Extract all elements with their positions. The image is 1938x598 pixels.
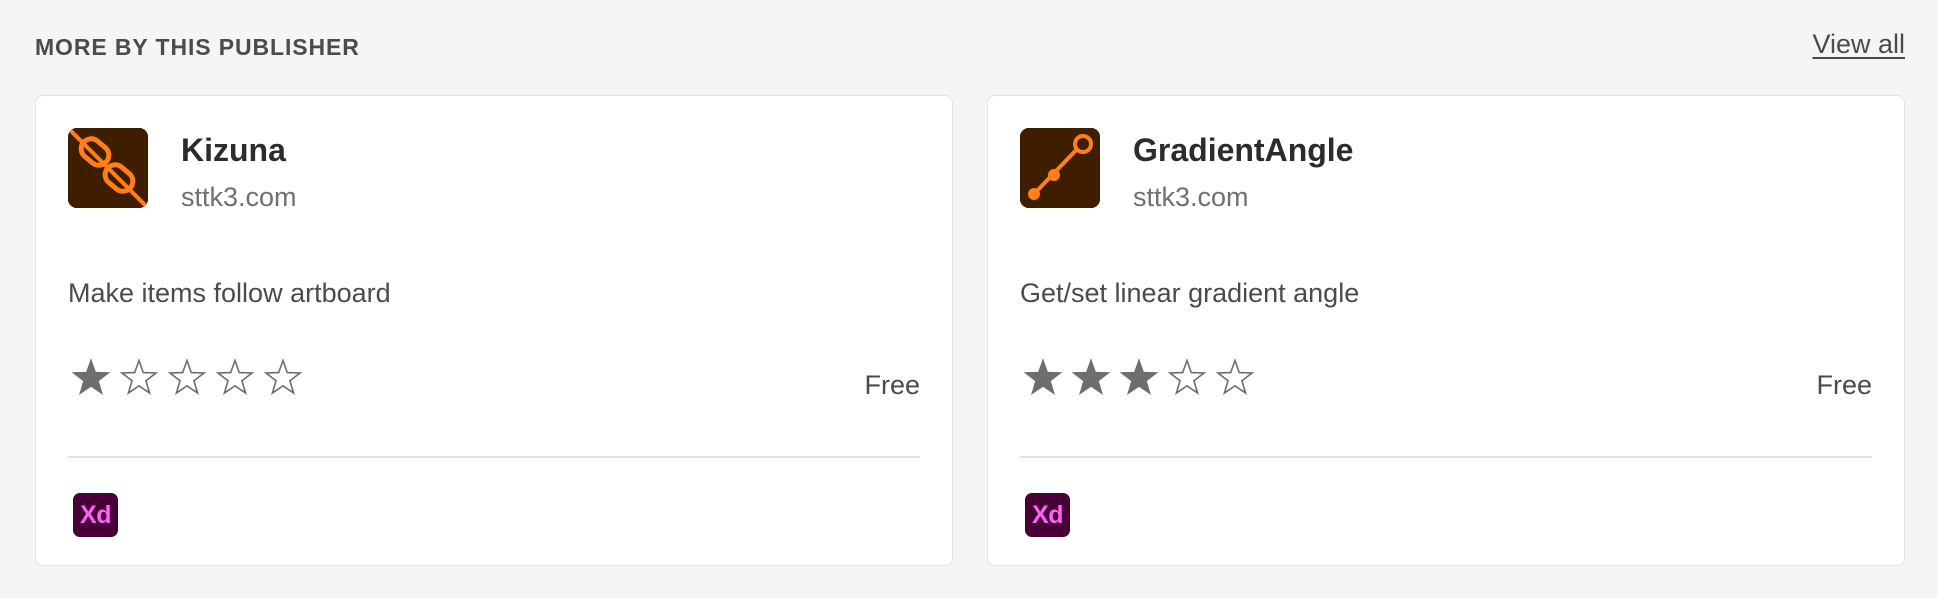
plugin-card-list: Kizuna sttk3.com Make items follow artbo… (35, 95, 1905, 566)
star-filled-icon (1071, 358, 1111, 395)
xd-app-icon: Xd (1025, 493, 1070, 537)
card-divider (1020, 456, 1872, 458)
plugin-publisher: sttk3.com (1133, 182, 1249, 212)
star-filled-icon (1023, 358, 1063, 395)
star-filled-icon (1119, 358, 1159, 395)
star-empty-icon (119, 358, 159, 395)
xd-app-icon: Xd (73, 493, 118, 537)
plugin-card-kizuna[interactable]: Kizuna sttk3.com Make items follow artbo… (35, 95, 953, 566)
star-rating (1023, 358, 1255, 398)
section-header: MORE BY THIS PUBLISHER View all (35, 28, 1905, 64)
star-rating (71, 358, 303, 398)
plugin-price: Free (1816, 370, 1872, 400)
card-divider (68, 456, 920, 458)
chain-link-icon (68, 128, 148, 208)
view-all-link[interactable]: View all (1812, 29, 1905, 60)
star-filled-icon (71, 358, 111, 395)
more-by-publisher-section: MORE BY THIS PUBLISHER View all Kizuna s… (0, 0, 1938, 598)
plugin-price: Free (864, 370, 920, 400)
plugin-name: GradientAngle (1133, 132, 1354, 168)
plugin-publisher: sttk3.com (181, 182, 297, 212)
plugin-description: Make items follow artboard (68, 278, 391, 308)
star-empty-icon (1215, 358, 1255, 395)
star-empty-icon (167, 358, 207, 395)
section-title: MORE BY THIS PUBLISHER (35, 34, 360, 60)
star-empty-icon (263, 358, 303, 395)
plugin-description: Get/set linear gradient angle (1020, 278, 1360, 308)
plugin-name: Kizuna (181, 132, 286, 168)
star-empty-icon (215, 358, 255, 395)
star-empty-icon (1167, 358, 1207, 395)
gradient-angle-icon (1020, 128, 1100, 208)
plugin-card-gradientangle[interactable]: GradientAngle sttk3.com Get/set linear g… (987, 95, 1905, 566)
